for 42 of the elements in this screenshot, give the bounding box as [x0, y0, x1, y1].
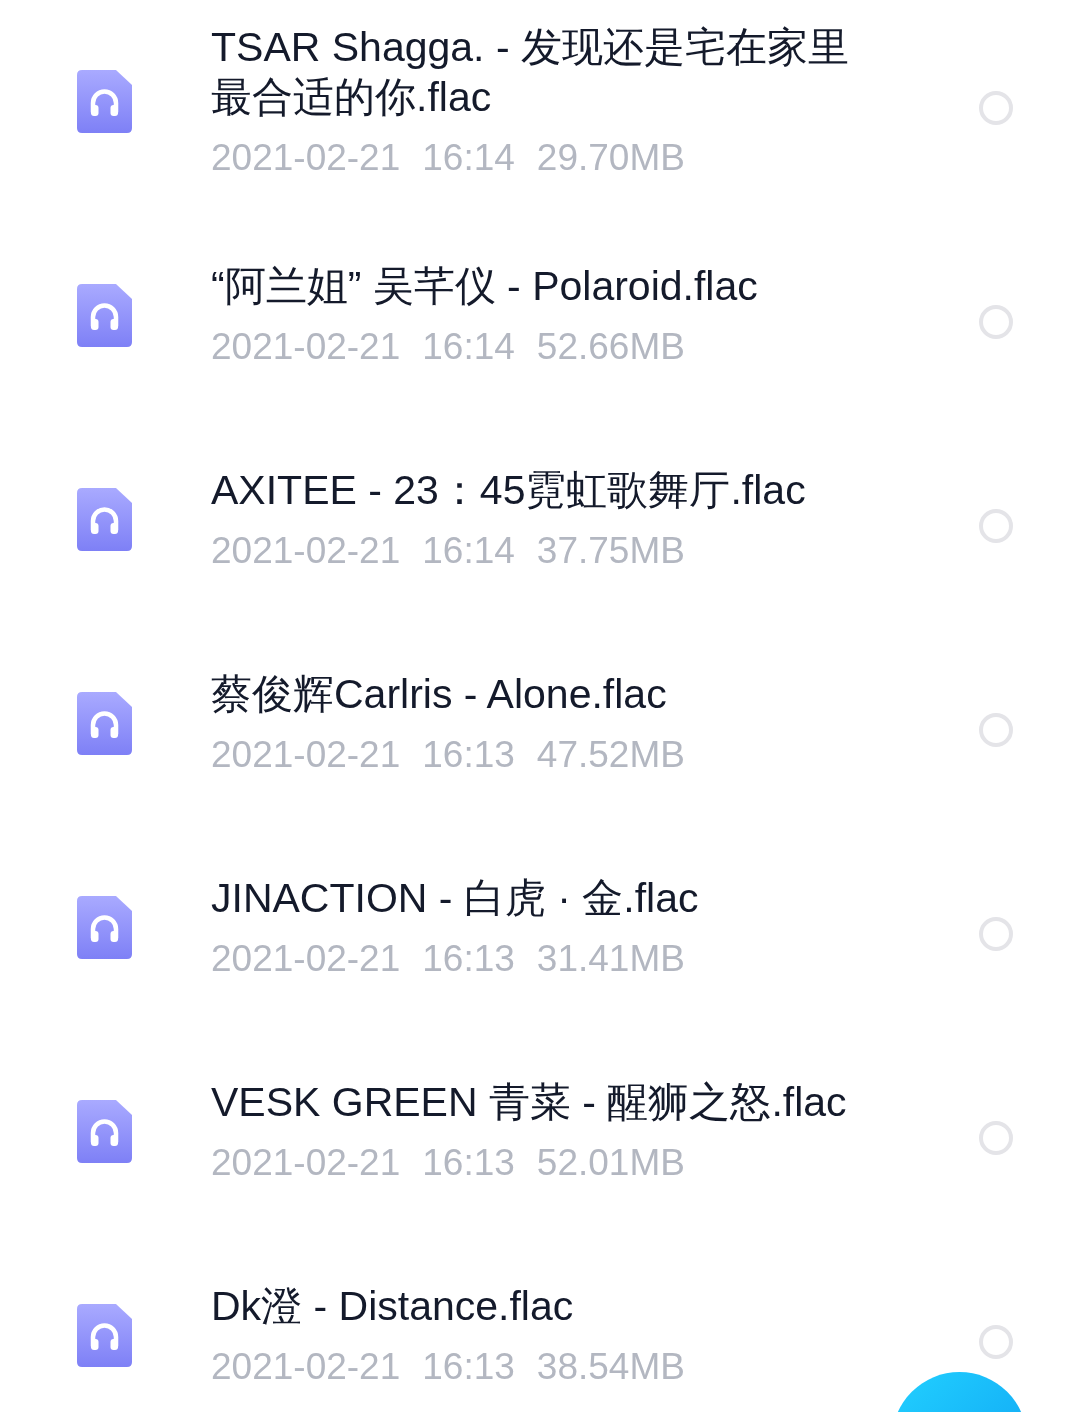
headphones-file-icon	[77, 487, 132, 551]
file-size: 52.01MB	[536, 1141, 685, 1185]
file-time: 16:14	[422, 136, 515, 180]
file-size: 31.41MB	[536, 937, 685, 981]
select-radio[interactable]	[979, 917, 1013, 951]
file-size: 37.75MB	[536, 529, 685, 573]
select-radio[interactable]	[979, 1121, 1013, 1155]
file-date: 2021-02-21	[211, 937, 401, 981]
file-date: 2021-02-21	[211, 529, 401, 573]
file-name: Dk澄 - Distance.flac	[211, 1282, 574, 1331]
headphones-file-icon	[77, 283, 132, 347]
file-time: 16:13	[422, 1141, 515, 1185]
file-name: TSAR Shagga. - 发现还是宅在家里最合适的你.flac	[211, 23, 850, 122]
select-radio[interactable]	[979, 91, 1013, 125]
file-date: 2021-02-21	[211, 733, 401, 777]
select-radio[interactable]	[979, 509, 1013, 543]
file-name: AXITEE - 23：45霓虹歌舞厅.flac	[211, 466, 806, 515]
file-time: 16:13	[422, 1345, 515, 1389]
select-radio[interactable]	[979, 713, 1013, 747]
file-size: 47.52MB	[536, 733, 685, 777]
file-time: 16:13	[422, 937, 515, 981]
headphones-file-icon	[77, 691, 132, 755]
select-radio[interactable]	[979, 305, 1013, 339]
file-size: 29.70MB	[536, 136, 685, 180]
file-date: 2021-02-21	[211, 136, 401, 180]
file-name: 蔡俊辉Carlris - Alone.flac	[211, 670, 667, 719]
file-time: 16:13	[422, 733, 515, 777]
headphones-file-icon	[77, 1099, 132, 1163]
file-size: 38.54MB	[536, 1345, 685, 1389]
headphones-file-icon	[77, 895, 132, 959]
headphones-file-icon	[77, 1303, 132, 1367]
file-time: 16:14	[422, 529, 515, 573]
headphones-file-icon	[77, 69, 132, 133]
file-time: 16:14	[422, 325, 515, 369]
file-date: 2021-02-21	[211, 1345, 401, 1389]
file-date: 2021-02-21	[211, 325, 401, 369]
file-date: 2021-02-21	[211, 1141, 401, 1185]
file-name: JINACTION - 白虎 · 金.flac	[211, 874, 699, 923]
file-size: 52.66MB	[536, 325, 685, 369]
file-name: “阿兰姐” 吴芊仪 - Polaroid.flac	[211, 262, 758, 311]
select-radio[interactable]	[979, 1325, 1013, 1359]
file-name: VESK GREEN 青菜 - 醒狮之怒.flac	[211, 1078, 847, 1127]
